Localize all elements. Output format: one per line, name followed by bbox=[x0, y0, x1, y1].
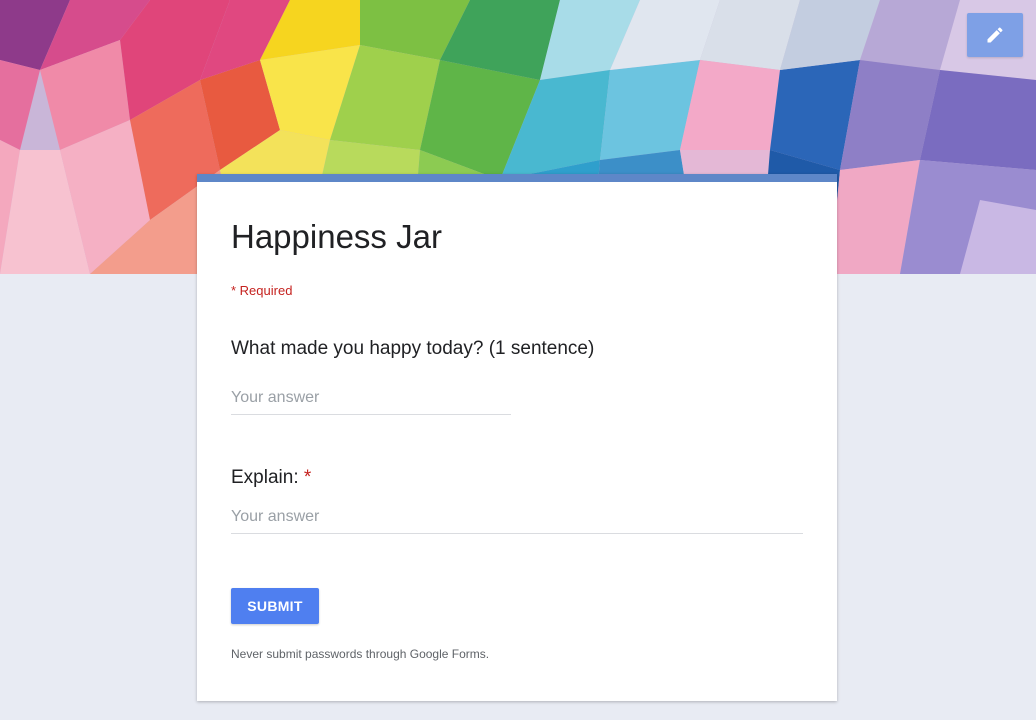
edit-button[interactable] bbox=[967, 13, 1023, 57]
card-accent-bar bbox=[197, 174, 837, 182]
question-1-answer-input[interactable] bbox=[231, 386, 511, 415]
question-2-label: Explain: * bbox=[231, 467, 311, 489]
question-1-label: What made you happy today? (1 sentence) bbox=[231, 338, 595, 359]
pencil-icon bbox=[987, 27, 1003, 43]
required-note: * Required bbox=[231, 283, 293, 298]
question-2-label-text: Explain: bbox=[231, 467, 299, 488]
question-2-answer-input[interactable] bbox=[231, 505, 803, 534]
required-asterisk: * bbox=[303, 467, 312, 488]
form-title: Happiness Jar bbox=[231, 218, 442, 255]
password-warning-note: Never submit passwords through Google Fo… bbox=[231, 647, 490, 661]
form-card: Happiness Jar * Required What made you h… bbox=[197, 174, 837, 701]
submit-button[interactable]: SUBMIT bbox=[231, 588, 319, 624]
